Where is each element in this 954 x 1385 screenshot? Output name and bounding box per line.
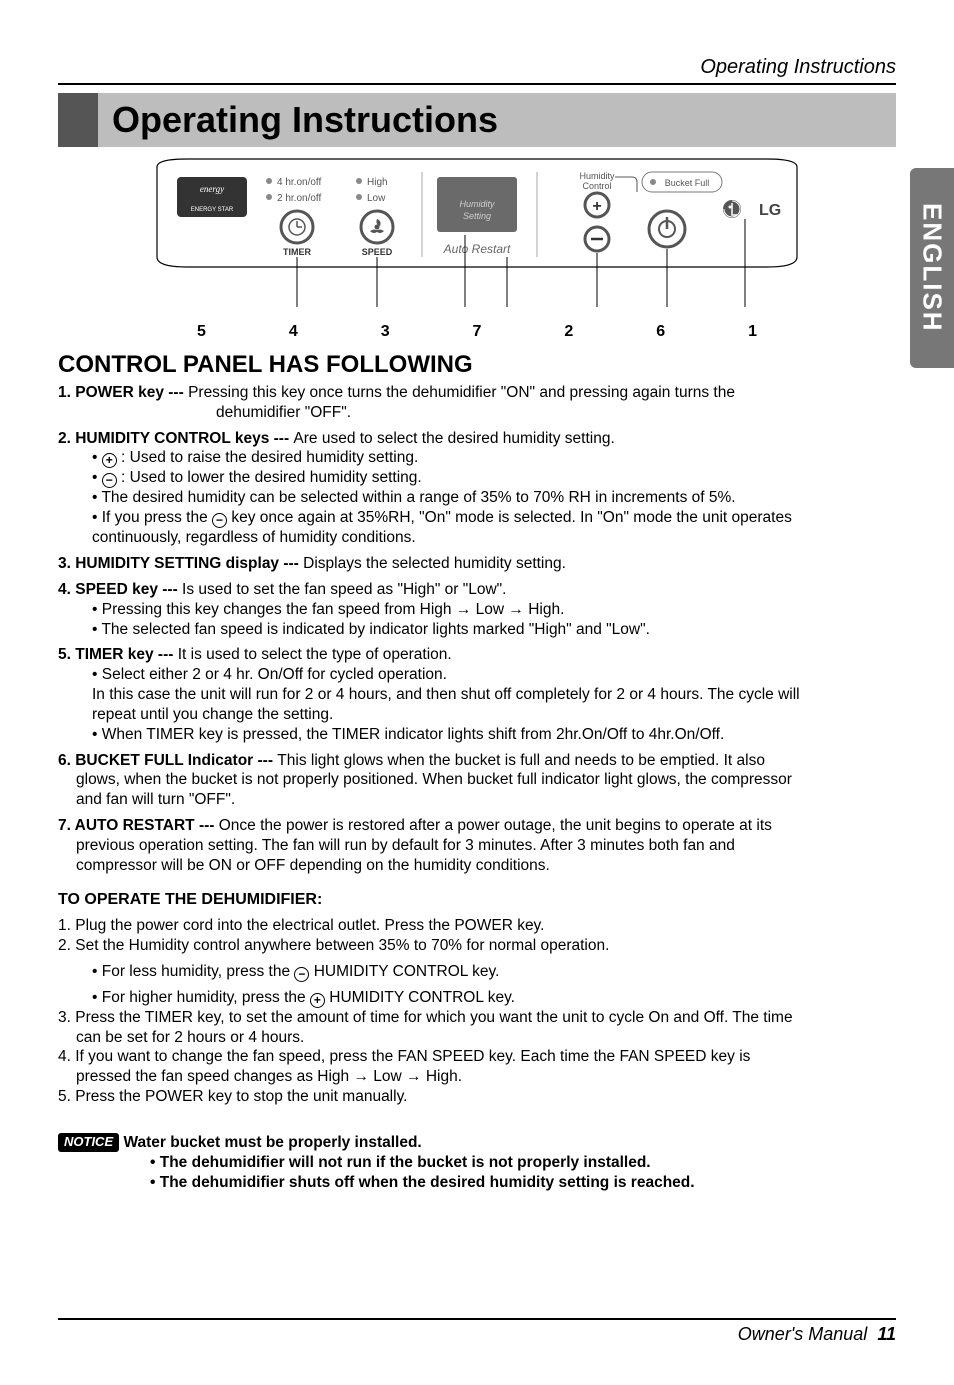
item-7-lead: 7. AUTO RESTART --- xyxy=(58,817,219,834)
plus-icon: + xyxy=(102,453,117,468)
page-number: 11 xyxy=(877,1324,896,1344)
svg-text:Setting: Setting xyxy=(463,211,491,221)
notice-block: NOTICE Water bucket must be properly ins… xyxy=(58,1133,896,1193)
operate-2a: • For less humidity, press the − HUMIDIT… xyxy=(58,962,896,982)
item-2-text: Are used to select the desired humidity … xyxy=(293,430,614,447)
callout-2: 2 xyxy=(564,323,573,341)
item-5-lead: 5. TIMER key --- xyxy=(58,646,178,663)
item-5-b1: • Select either 2 or 4 hr. On/Off for cy… xyxy=(58,665,896,685)
item-6-text: This light glows when the bucket is full… xyxy=(277,752,765,769)
item-2-b1: • + : Used to raise the desired humidity… xyxy=(58,448,896,468)
item-2-lead: 2. HUMIDITY CONTROL keys --- xyxy=(58,430,293,447)
item-4-lead: 4. SPEED key --- xyxy=(58,581,182,598)
item-6-c1: glows, when the bucket is not properly p… xyxy=(58,770,896,790)
item-7-c1: previous operation setting. The fan will… xyxy=(58,836,896,856)
page-title: Operating Instructions xyxy=(98,93,896,147)
footer-label: Owner's Manual xyxy=(738,1324,868,1344)
item-4-text: Is used to set the fan speed as "High" o… xyxy=(182,581,506,598)
item-6-c2: and fan will turn "OFF". xyxy=(58,790,896,810)
svg-text:Control: Control xyxy=(582,181,611,191)
item-2-b4: • If you press the − key once again at 3… xyxy=(58,508,896,528)
svg-text:LG: LG xyxy=(759,202,781,219)
energy-star-label: ENERGY STAR xyxy=(191,207,234,213)
running-header: Operating Instructions xyxy=(58,56,896,79)
item-7-text: Once the power is restored after a power… xyxy=(219,817,772,834)
operate-heading: TO OPERATE THE DEHUMIDIFIER: xyxy=(58,890,896,910)
notice-line-3: • The dehumidifier shuts off when the de… xyxy=(58,1173,896,1193)
callout-5: 5 xyxy=(197,323,206,341)
item-4-b2: • The selected fan speed is indicated by… xyxy=(58,620,896,640)
svg-text:SPEED: SPEED xyxy=(362,247,393,257)
svg-text:Bucket Full: Bucket Full xyxy=(665,178,710,188)
plus-icon: + xyxy=(310,993,325,1008)
item-4-b1: • Pressing this key changes the fan spee… xyxy=(58,600,896,620)
item-3-lead: 3. HUMIDITY SETTING display --- xyxy=(58,555,303,572)
callout-1: 1 xyxy=(748,323,757,341)
language-tab: ENGLISH xyxy=(910,168,954,368)
item-5: 5. TIMER key --- It is used to select th… xyxy=(58,645,896,744)
svg-text:Low: Low xyxy=(367,193,386,204)
callout-4: 4 xyxy=(289,323,298,341)
svg-text:Humidity: Humidity xyxy=(459,199,495,209)
svg-text:Humidity: Humidity xyxy=(579,171,615,181)
operate-4c: pressed the fan speed changes as High → … xyxy=(58,1067,896,1087)
page-footer: Owner's Manual 11 xyxy=(58,1318,896,1345)
svg-text:Auto Restart: Auto Restart xyxy=(443,242,511,256)
control-panel-figure: energy ENERGY STAR 4 hr.on/off 2 hr.on/o… xyxy=(147,157,807,341)
item-2: 2. HUMIDITY CONTROL keys --- Are used to… xyxy=(58,429,896,548)
svg-text:High: High xyxy=(367,177,388,188)
item-2-b2: • − : Used to lower the desired humidity… xyxy=(58,468,896,488)
item-5-b1c2: repeat until you change the setting. xyxy=(58,705,896,725)
notice-line-2: • The dehumidifier will not run if the b… xyxy=(58,1153,896,1173)
operate-2: 2. Set the Humidity control anywhere bet… xyxy=(58,936,896,956)
notice-badge: NOTICE xyxy=(58,1133,119,1152)
svg-text:TIMER: TIMER xyxy=(283,247,311,257)
item-2-b4c: continuously, regardless of humidity con… xyxy=(58,528,896,548)
item-3-text: Displays the selected humidity setting. xyxy=(303,555,566,572)
callout-6: 6 xyxy=(656,323,665,341)
minus-icon: − xyxy=(102,473,117,488)
page: Operating Instructions Operating Instruc… xyxy=(0,0,954,1385)
minus-icon: − xyxy=(294,967,309,982)
section-heading: CONTROL PANEL HAS FOLLOWING xyxy=(58,351,896,379)
svg-text:2 hr.on/off: 2 hr.on/off xyxy=(277,193,322,204)
operate-4: 4. If you want to change the fan speed, … xyxy=(58,1047,896,1067)
title-accent xyxy=(58,93,98,147)
item-5-b2: • When TIMER key is pressed, the TIMER i… xyxy=(58,725,896,745)
operate-3c: can be set for 2 hours or 4 hours. xyxy=(58,1028,896,1048)
item-6-lead: 6. BUCKET FULL Indicator --- xyxy=(58,752,277,769)
rule-top xyxy=(58,83,896,85)
control-panel-svg: energy ENERGY STAR 4 hr.on/off 2 hr.on/o… xyxy=(147,157,807,317)
item-5-b1c1: In this case the unit will run for 2 or … xyxy=(58,685,896,705)
rule-bottom xyxy=(58,1318,896,1320)
callout-3: 3 xyxy=(381,323,390,341)
operate-1: 1. Plug the power cord into the electric… xyxy=(58,916,896,936)
body-text: 1. POWER key --- Pressing this key once … xyxy=(58,383,896,1192)
item-5-text: It is used to select the type of operati… xyxy=(178,646,452,663)
item-7: 7. AUTO RESTART --- Once the power is re… xyxy=(58,816,896,875)
item-3: 3. HUMIDITY SETTING display --- Displays… xyxy=(58,554,896,574)
item-1: 1. POWER key --- Pressing this key once … xyxy=(58,383,896,423)
operate-3: 3. Press the TIMER key, to set the amoun… xyxy=(58,1008,896,1028)
panel-callout-numbers: 5 4 3 7 2 6 1 xyxy=(197,323,757,341)
item-4: 4. SPEED key --- Is used to set the fan … xyxy=(58,580,896,639)
operate-2b: • For higher humidity, press the + HUMID… xyxy=(58,988,896,1008)
svg-text:4 hr.on/off: 4 hr.on/off xyxy=(277,177,322,188)
item-1-text: Pressing this key once turns the dehumid… xyxy=(188,384,735,401)
item-1-cont: dehumidifier "OFF". xyxy=(58,403,896,423)
item-7-c2: compressor will be ON or OFF depending o… xyxy=(58,856,896,876)
svg-text:+: + xyxy=(592,198,601,215)
svg-text:energy: energy xyxy=(200,184,224,194)
title-band: Operating Instructions xyxy=(58,93,896,147)
item-1-lead: 1. POWER key --- xyxy=(58,384,188,401)
item-6: 6. BUCKET FULL Indicator --- This light … xyxy=(58,751,896,810)
operate-5: 5. Press the POWER key to stop the unit … xyxy=(58,1087,896,1107)
callout-7: 7 xyxy=(473,323,482,341)
minus-icon: − xyxy=(212,513,227,528)
item-2-b3: • The desired humidity can be selected w… xyxy=(58,488,896,508)
